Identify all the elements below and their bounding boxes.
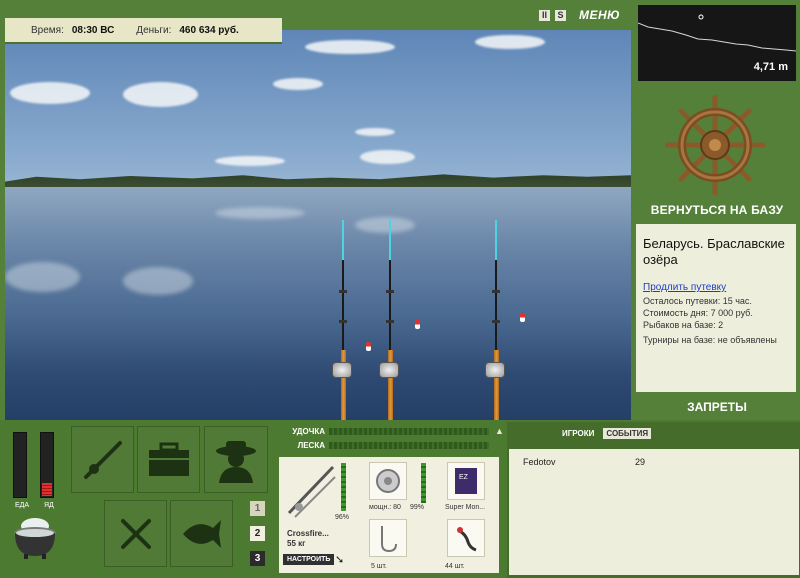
- rod-inventory-button[interactable]: [71, 426, 134, 493]
- day-cost: Стоимость дня: 7 000 руб.: [643, 308, 753, 318]
- location-info: Беларусь. Браславские озёра Продлить пут…: [636, 224, 796, 392]
- time-label: Время:: [31, 24, 64, 36]
- reel-durability-bar: [421, 463, 426, 503]
- time-value: 08:30 ВС: [71, 24, 115, 36]
- money-label: Деньги:: [136, 24, 172, 36]
- cloud: [273, 78, 323, 90]
- pause-icon[interactable]: II: [539, 9, 550, 21]
- page-2-button[interactable]: 2: [250, 526, 265, 541]
- cloud-reflection: [123, 267, 193, 295]
- tackle-box-button[interactable]: [137, 426, 200, 493]
- food-button[interactable]: [104, 500, 167, 567]
- cauldron-icon[interactable]: [12, 516, 58, 560]
- poison-label: ЯД: [44, 502, 54, 509]
- fishers-count: Рыбаков на базе: 2: [643, 320, 724, 330]
- rod-image-icon: [287, 465, 336, 518]
- player-value: 29: [635, 457, 646, 467]
- sound-icon[interactable]: S: [555, 9, 566, 21]
- cloud: [355, 128, 395, 136]
- float-2[interactable]: [415, 320, 420, 329]
- hook-count: 5 шт.: [371, 563, 387, 570]
- line-label: ЛЕСКА: [297, 441, 325, 450]
- page-3-button[interactable]: 3: [250, 551, 265, 566]
- tackle-card: 96% Crossfire... 55 кг НАСТРОИТЬ ➘ мощн.…: [279, 457, 499, 573]
- bait-slot[interactable]: [447, 519, 485, 557]
- cloud: [10, 82, 90, 104]
- status-bar: Время: 08:30 ВС Деньги: 460 634 руб.: [5, 18, 282, 44]
- float-1[interactable]: [366, 342, 371, 351]
- tackle-box-icon: [148, 442, 189, 476]
- events-tabs: ИГРОКИ СОБЫТИЯ: [559, 428, 652, 439]
- fish-icon: [182, 519, 221, 548]
- catch-button[interactable]: [170, 500, 233, 567]
- reel-icon: [332, 362, 352, 378]
- cloud: [360, 150, 415, 164]
- ship-wheel-icon[interactable]: [664, 94, 766, 196]
- depth-reading: 4,71 m: [753, 61, 788, 73]
- rod-icon: [83, 440, 122, 479]
- events-panel: ИГРОКИ СОБЫТИЯ Fedotov 29: [507, 422, 800, 578]
- cloud-reflection: [215, 207, 305, 219]
- rod-durability-bar: [341, 463, 346, 511]
- tree-line: [5, 174, 631, 188]
- reel-power: мощн.: 80: [369, 504, 401, 511]
- rod-tension-row: УДОЧКА: [281, 427, 489, 436]
- game-root: Время: 08:30 ВС Деньги: 460 634 руб. II …: [0, 0, 800, 578]
- cloud: [475, 35, 545, 49]
- player-name: Fedotov: [523, 457, 556, 467]
- return-to-base-button[interactable]: ВЕРНУТЬСЯ НА БАЗУ: [638, 203, 796, 217]
- collapse-arrow-icon[interactable]: ▲: [495, 426, 504, 436]
- rod-weight: 55 кг: [287, 539, 306, 548]
- top-controls: II S МЕНЮ: [539, 8, 620, 22]
- position-marker-icon: [698, 14, 704, 20]
- hook-icon: [381, 526, 397, 553]
- tune-button[interactable]: НАСТРОИТЬ: [283, 554, 335, 565]
- cloud: [215, 156, 285, 166]
- line-slot[interactable]: EZ: [447, 462, 485, 500]
- reel-icon: [485, 362, 505, 378]
- reel-slot[interactable]: [369, 462, 407, 500]
- line-spool-icon: EZ: [455, 468, 477, 494]
- food-gauge: [13, 432, 27, 498]
- reel-percent: 99%: [410, 504, 425, 511]
- line-tension-row: ЛЕСКА: [281, 441, 489, 450]
- reel-icon: [376, 469, 400, 493]
- poison-gauge: [40, 432, 54, 498]
- tournaments-info: Турниры на базе: не объявлены: [643, 335, 777, 345]
- fisherman-icon: [216, 440, 256, 483]
- rod-tension-bar: [329, 428, 489, 435]
- cloud: [305, 40, 395, 54]
- events-list: Fedotov 29: [509, 449, 799, 575]
- water: [5, 187, 631, 420]
- cloud-reflection: [355, 217, 415, 233]
- svg-text:EZ: EZ: [459, 474, 469, 481]
- rod-percent: 96%: [335, 514, 350, 521]
- float-3[interactable]: [520, 313, 525, 322]
- menu-button[interactable]: МЕНЮ: [579, 8, 620, 22]
- tab-players[interactable]: ИГРОКИ: [559, 428, 597, 439]
- reel-icon: [379, 362, 399, 378]
- cloud-reflection: [5, 262, 80, 292]
- line-tension-bar: [329, 442, 489, 449]
- bait-icon: [457, 527, 477, 552]
- cutlery-icon: [120, 518, 151, 549]
- lake-scene[interactable]: [5, 30, 631, 420]
- extend-permit-link[interactable]: Продлить путевку: [643, 282, 790, 293]
- bait-count: 44 шт.: [445, 563, 465, 570]
- line-name: Super Mon...: [445, 504, 486, 511]
- bans-button[interactable]: ЗАПРЕТЫ: [638, 400, 796, 414]
- hook-slot[interactable]: [369, 519, 407, 557]
- food-label: ЕДА: [15, 502, 30, 509]
- permit-remaining: Осталось путевки: 15 час.: [643, 296, 752, 306]
- rod-label: УДОЧКА: [292, 427, 325, 436]
- location-title: Беларусь. Браславские озёра: [643, 236, 785, 267]
- depth-profile: 4,71 m: [638, 5, 796, 81]
- cloud: [123, 82, 198, 107]
- character-button[interactable]: [204, 426, 268, 493]
- money-value: 460 634 руб.: [179, 24, 239, 36]
- page-1-button[interactable]: 1: [250, 501, 265, 516]
- rod-name: Crossfire...: [287, 529, 329, 538]
- resize-arrow-icon[interactable]: ➘: [335, 553, 344, 566]
- tab-events[interactable]: СОБЫТИЯ: [603, 428, 652, 439]
